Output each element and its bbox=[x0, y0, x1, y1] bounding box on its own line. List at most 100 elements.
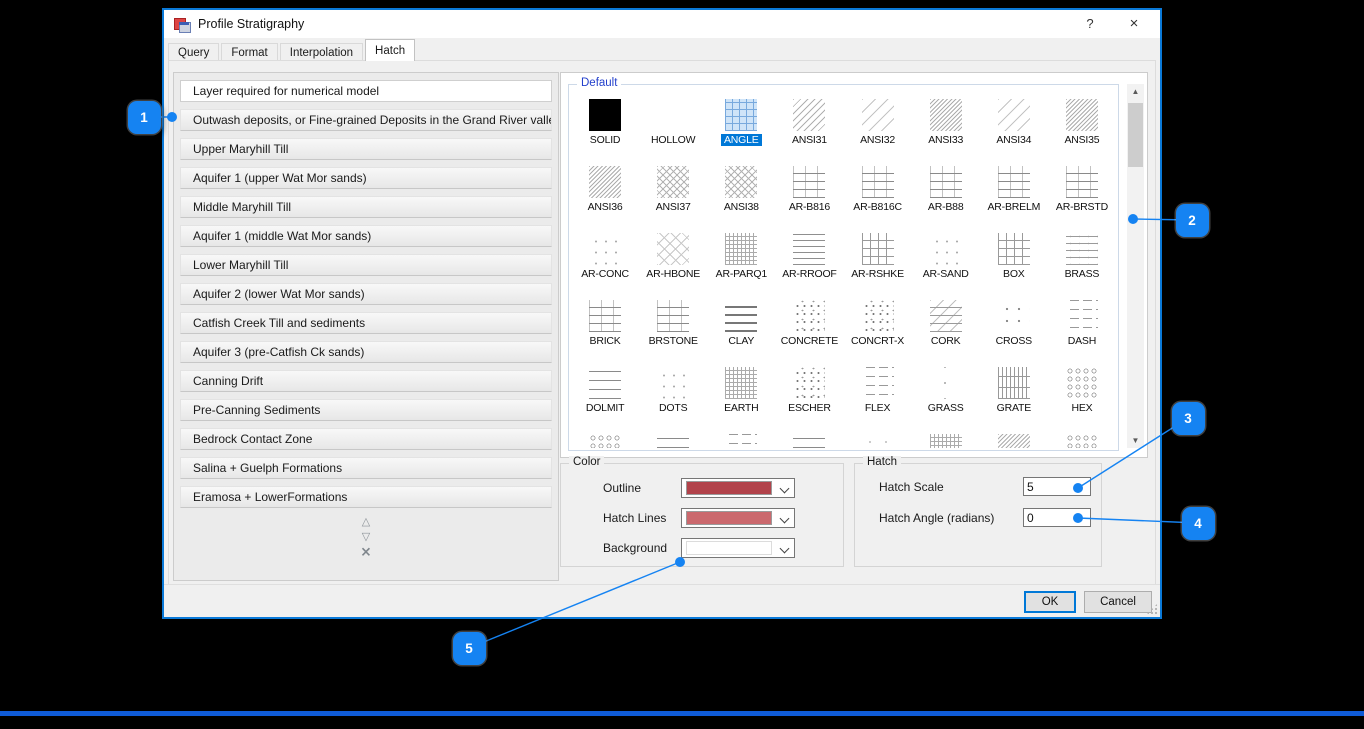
palette-scrollbar[interactable]: ▲ ▼ bbox=[1127, 84, 1144, 448]
layer-item[interactable]: Eramosa + LowerFormations bbox=[180, 486, 552, 508]
pattern-clay[interactable]: CLAY bbox=[707, 295, 775, 362]
delete-layer-icon[interactable]: ⨯ bbox=[180, 545, 552, 558]
layer-item[interactable]: Canning Drift bbox=[180, 370, 552, 392]
layer-item[interactable]: Outwash deposits, or Fine-grained Deposi… bbox=[180, 109, 552, 131]
layer-item[interactable]: Salina + Guelph Formations bbox=[180, 457, 552, 479]
pattern-brick[interactable]: BRICK bbox=[571, 295, 639, 362]
pattern-partial[interactable] bbox=[639, 429, 707, 448]
pattern-swatch-icon bbox=[725, 367, 758, 399]
pattern-brstone[interactable]: BRSTONE bbox=[639, 295, 707, 362]
pattern-ansi33[interactable]: ANSI33 bbox=[912, 94, 980, 161]
hatch-field-row: Hatch Scale bbox=[879, 476, 1091, 497]
pattern-solid[interactable]: SOLID bbox=[571, 94, 639, 161]
pattern-ar-rroof[interactable]: AR-RROOF bbox=[775, 228, 843, 295]
pattern-grate[interactable]: GRATE bbox=[980, 362, 1048, 429]
pattern-dolmit[interactable]: DOLMIT bbox=[571, 362, 639, 429]
pattern-ar-parq1[interactable]: AR-PARQ1 bbox=[707, 228, 775, 295]
pattern-label: ANSI37 bbox=[655, 201, 691, 213]
hatch-field-label: Hatch Angle (radians) bbox=[879, 510, 995, 525]
layer-item[interactable]: Bedrock Contact Zone bbox=[180, 428, 552, 450]
outline-color-dropdown[interactable] bbox=[681, 478, 795, 498]
pattern-ansi34[interactable]: ANSI34 bbox=[980, 94, 1048, 161]
pattern-ansi37[interactable]: ANSI37 bbox=[639, 161, 707, 228]
background-color-dropdown[interactable] bbox=[681, 538, 795, 558]
pattern-earth[interactable]: EARTH bbox=[707, 362, 775, 429]
tab-format[interactable]: Format bbox=[221, 43, 278, 61]
pattern-swatch-icon bbox=[657, 233, 690, 265]
scrollbar-thumb[interactable] bbox=[1128, 103, 1143, 167]
pattern-ar-b816c[interactable]: AR-B816C bbox=[844, 161, 912, 228]
layer-item[interactable]: Pre-Canning Sediments bbox=[180, 399, 552, 421]
pattern-hex[interactable]: HEX bbox=[1048, 362, 1116, 429]
pattern-cross[interactable]: CROSS bbox=[980, 295, 1048, 362]
pattern-ar-conc[interactable]: AR-CONC bbox=[571, 228, 639, 295]
chevron-down-icon bbox=[776, 509, 794, 527]
tab-hatch[interactable]: Hatch bbox=[365, 39, 416, 61]
pattern-flex[interactable]: FLEX bbox=[844, 362, 912, 429]
pattern-label: EARTH bbox=[724, 402, 759, 414]
pattern-escher[interactable]: ESCHER bbox=[775, 362, 843, 429]
close-icon[interactable]: × bbox=[1116, 10, 1152, 38]
layer-item[interactable]: Lower Maryhill Till bbox=[180, 254, 552, 276]
pattern-swatch-icon bbox=[1065, 233, 1098, 265]
move-up-icon[interactable]: △ bbox=[180, 515, 552, 530]
pattern-partial[interactable] bbox=[912, 429, 980, 448]
layer-item[interactable]: Aquifer 2 (lower Wat Mor sands) bbox=[180, 283, 552, 305]
pattern-ar-rshke[interactable]: AR-RSHKE bbox=[844, 228, 912, 295]
move-down-icon[interactable]: ▽ bbox=[180, 530, 552, 545]
pattern-angle[interactable]: ANGLE bbox=[707, 94, 775, 161]
pattern-hollow[interactable]: HOLLOW bbox=[639, 94, 707, 161]
hatch-scale-input[interactable] bbox=[1023, 477, 1091, 496]
pattern-concrt-x[interactable]: CONCRT-X bbox=[844, 295, 912, 362]
pattern-grass[interactable]: GRASS bbox=[912, 362, 980, 429]
pattern-concrete[interactable]: CONCRETE bbox=[775, 295, 843, 362]
pattern-ansi38[interactable]: ANSI38 bbox=[707, 161, 775, 228]
pattern-ansi31[interactable]: ANSI31 bbox=[775, 94, 843, 161]
pattern-swatch-icon bbox=[861, 233, 894, 265]
pattern-dash[interactable]: DASH bbox=[1048, 295, 1116, 362]
pattern-partial[interactable] bbox=[707, 429, 775, 448]
pattern-box[interactable]: BOX bbox=[980, 228, 1048, 295]
pattern-brass[interactable]: BRASS bbox=[1048, 228, 1116, 295]
layer-tools: △ ▽ ⨯ bbox=[180, 515, 552, 558]
layer-item[interactable]: Aquifer 3 (pre-Catfish Ck sands) bbox=[180, 341, 552, 363]
layer-item[interactable]: Aquifer 1 (middle Wat Mor sands) bbox=[180, 225, 552, 247]
cancel-button[interactable]: Cancel bbox=[1084, 591, 1152, 613]
pattern-ar-brstd[interactable]: AR-BRSTD bbox=[1048, 161, 1116, 228]
pattern-ar-sand[interactable]: AR-SAND bbox=[912, 228, 980, 295]
hatch-angle-radians--input[interactable] bbox=[1023, 508, 1091, 527]
pattern-swatch-icon bbox=[929, 300, 962, 332]
pattern-swatch-icon bbox=[589, 99, 622, 131]
help-button[interactable]: ? bbox=[1072, 10, 1108, 38]
layer-item[interactable]: Aquifer 1 (upper Wat Mor sands) bbox=[180, 167, 552, 189]
pattern-ar-brelm[interactable]: AR-BRELM bbox=[980, 161, 1048, 228]
pattern-swatch-icon bbox=[725, 300, 758, 332]
ok-button[interactable]: OK bbox=[1024, 591, 1076, 613]
pattern-partial[interactable] bbox=[844, 429, 912, 448]
pattern-label: AR-BRELM bbox=[987, 201, 1041, 213]
pattern-swatch-icon bbox=[589, 434, 622, 448]
pattern-ansi35[interactable]: ANSI35 bbox=[1048, 94, 1116, 161]
tab-interpolation[interactable]: Interpolation bbox=[279, 43, 364, 61]
pattern-cork[interactable]: CORK bbox=[912, 295, 980, 362]
pattern-dots[interactable]: DOTS bbox=[639, 362, 707, 429]
pattern-ar-hbone[interactable]: AR-HBONE bbox=[639, 228, 707, 295]
pattern-partial[interactable] bbox=[1048, 429, 1116, 448]
pattern-ansi36[interactable]: ANSI36 bbox=[571, 161, 639, 228]
pattern-partial[interactable] bbox=[775, 429, 843, 448]
pattern-label: ANGLE bbox=[721, 134, 762, 146]
pattern-ar-b88[interactable]: AR-B88 bbox=[912, 161, 980, 228]
pattern-ansi32[interactable]: ANSI32 bbox=[844, 94, 912, 161]
pattern-partial[interactable] bbox=[980, 429, 1048, 448]
pattern-partial[interactable] bbox=[571, 429, 639, 448]
scroll-up-icon[interactable]: ▲ bbox=[1127, 84, 1144, 99]
layer-item[interactable]: Middle Maryhill Till bbox=[180, 196, 552, 218]
layer-item[interactable]: Upper Maryhill Till bbox=[180, 138, 552, 160]
layer-item[interactable]: Catfish Creek Till and sediments bbox=[180, 312, 552, 334]
pattern-ar-b816[interactable]: AR-B816 bbox=[775, 161, 843, 228]
tab-query[interactable]: Query bbox=[168, 43, 220, 61]
scroll-down-icon[interactable]: ▼ bbox=[1127, 433, 1144, 448]
color-row-hatch-lines: Hatch Lines bbox=[603, 508, 843, 528]
hatch-lines-color-dropdown[interactable] bbox=[681, 508, 795, 528]
layer-item[interactable]: Layer required for numerical model bbox=[180, 80, 552, 102]
